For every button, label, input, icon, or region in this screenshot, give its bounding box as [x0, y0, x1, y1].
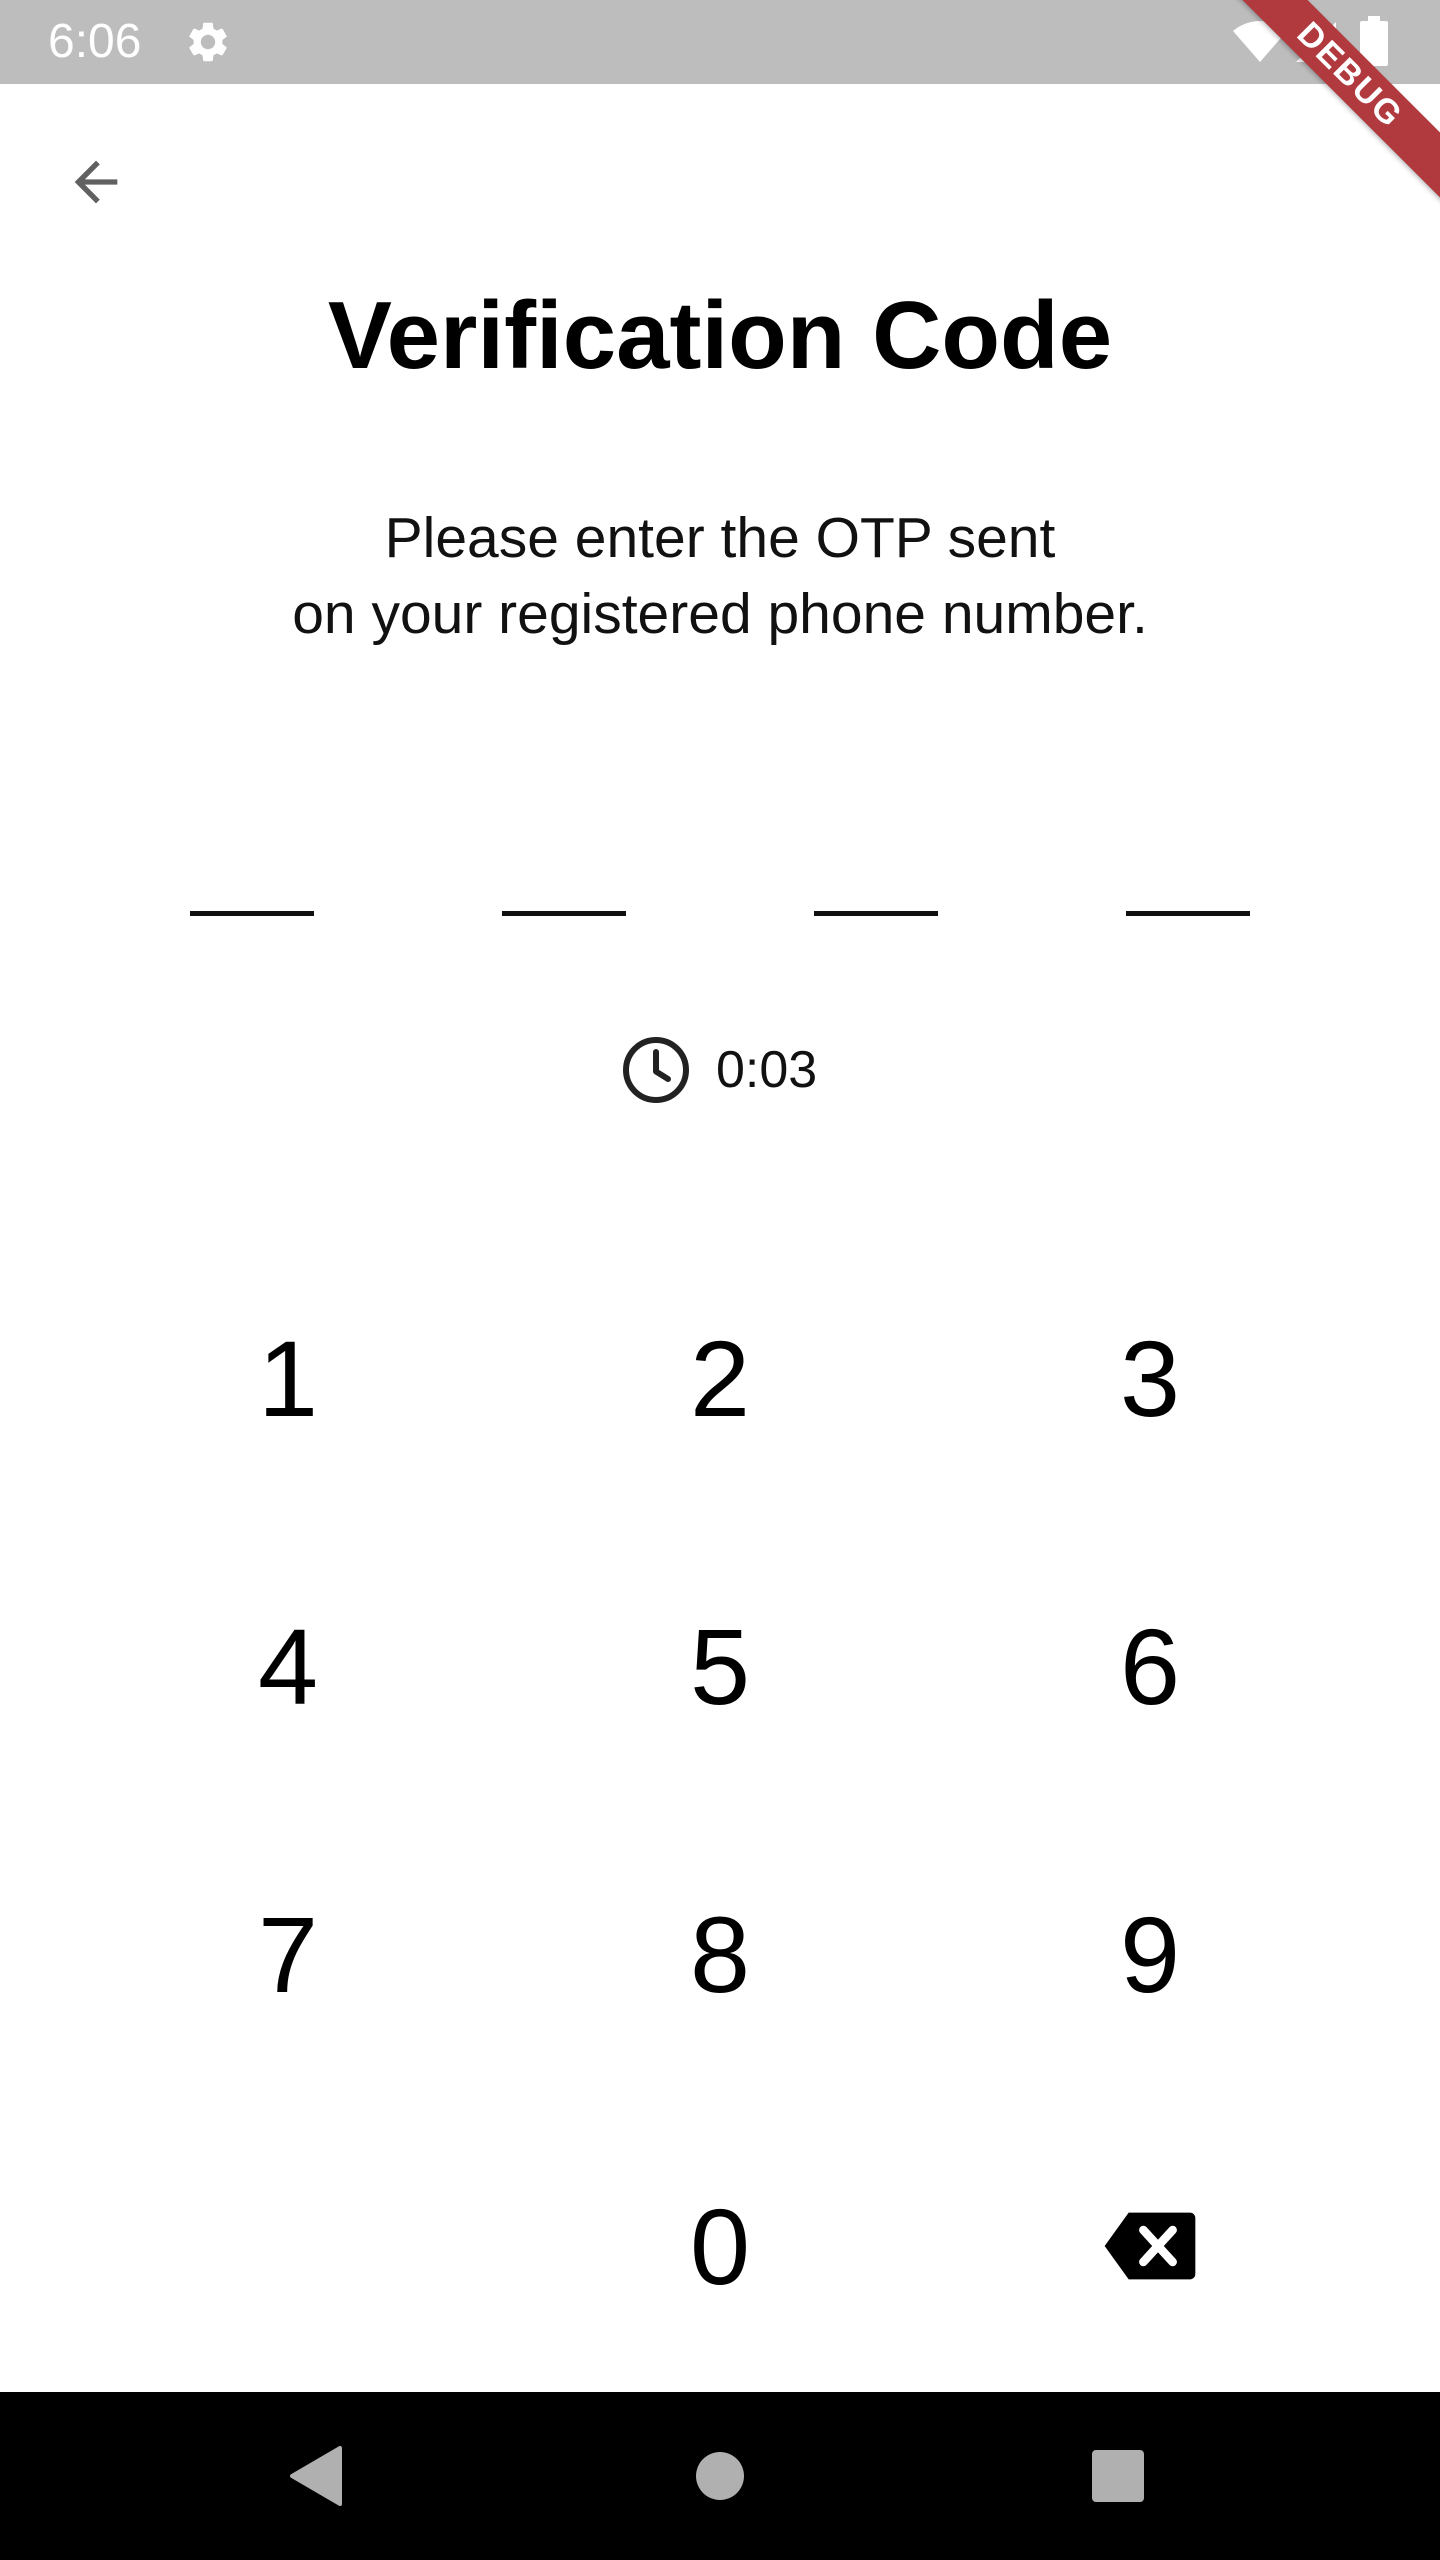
instructions-line-1: Please enter the OTP sent	[384, 506, 1056, 570]
battery-icon	[1360, 16, 1388, 66]
backspace-icon	[1104, 2212, 1196, 2280]
clock-icon	[623, 1037, 689, 1103]
system-navigation-bar	[0, 2392, 1440, 2560]
key-4[interactable]: 4	[138, 1566, 438, 1766]
countdown-timer: 0:03	[620, 1034, 817, 1106]
otp-input-row	[0, 860, 1440, 916]
key-3[interactable]: 3	[1000, 1278, 1300, 1478]
otp-digit-3[interactable]	[814, 860, 938, 916]
arrow-back-icon	[74, 160, 118, 204]
nav-back-button[interactable]	[276, 2436, 356, 2516]
key-8[interactable]: 8	[570, 1854, 870, 2054]
instructions-line-2: on your registered phone number.	[292, 582, 1148, 646]
backspace-button[interactable]	[1000, 2146, 1300, 2346]
nav-recents-button[interactable]	[1078, 2436, 1158, 2516]
verification-screen: 6:06 DEBUG Verification Code Please ente…	[0, 0, 1440, 2560]
back-button[interactable]	[48, 134, 144, 230]
key-9[interactable]: 9	[1000, 1854, 1300, 2054]
nav-home-button[interactable]	[680, 2436, 760, 2516]
timer-value: 0:03	[716, 1041, 818, 1099]
signal-icon	[1296, 22, 1336, 62]
nav-back-icon	[290, 2446, 342, 2506]
gear-icon	[189, 22, 227, 62]
key-2[interactable]: 2	[570, 1278, 870, 1478]
instructions-text: Please enter the OTP sent on your regist…	[0, 500, 1440, 652]
key-7[interactable]: 7	[138, 1854, 438, 2054]
key-1[interactable]: 1	[138, 1278, 438, 1478]
status-time: 6:06	[48, 15, 142, 68]
nav-recents-icon	[1092, 2450, 1144, 2502]
status-bar: 6:06	[0, 0, 1440, 84]
key-6[interactable]: 6	[1000, 1566, 1300, 1766]
page-title: Verification Code	[327, 282, 1113, 389]
nav-home-icon	[696, 2452, 744, 2500]
otp-digit-4[interactable]	[1126, 860, 1250, 916]
key-5[interactable]: 5	[570, 1566, 870, 1766]
key-0[interactable]: 0	[570, 2146, 870, 2346]
otp-digit-2[interactable]	[502, 860, 626, 916]
otp-digit-1[interactable]	[190, 860, 314, 916]
wifi-icon	[1233, 21, 1287, 62]
